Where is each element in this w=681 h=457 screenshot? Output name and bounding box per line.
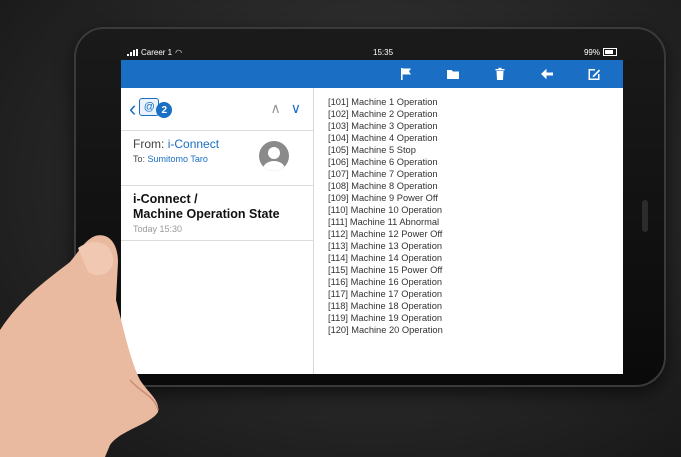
message-line: [118] Machine 18 Operation bbox=[328, 301, 443, 311]
message-nav-arrows: ∧ ∨ bbox=[271, 100, 302, 117]
message-line: [114] Machine 14 Operation bbox=[328, 253, 443, 263]
toolbar bbox=[121, 60, 623, 88]
message-line: [102] Machine 2 Operation bbox=[328, 109, 438, 119]
message-line: [104] Machine 4 Operation bbox=[328, 133, 438, 143]
mail-date: Today 15:30 bbox=[133, 224, 183, 234]
status-right: 99% bbox=[584, 48, 617, 57]
sender-block: From: i-Connect To: Sumitomo Taro bbox=[121, 131, 313, 186]
from-label: From: bbox=[133, 137, 165, 151]
reply-arrow-icon bbox=[540, 68, 553, 80]
message-line: [110] Machine 10 Operation bbox=[328, 205, 443, 215]
mail-header-pane: ‹ @ 2 ∧ ∨ From: i-Connect To: Sumitomo T… bbox=[121, 88, 314, 374]
back-button[interactable] bbox=[523, 60, 570, 88]
compose-button[interactable] bbox=[570, 60, 617, 88]
mail-body: [101] Machine 1 Operation [102] Machine … bbox=[314, 88, 623, 374]
folder-icon bbox=[446, 70, 459, 79]
recipient-name[interactable]: Sumitomo Taro bbox=[148, 154, 208, 164]
message-line: [113] Machine 13 Operation bbox=[328, 241, 443, 251]
flag-button[interactable] bbox=[382, 60, 429, 88]
tablet-side-button bbox=[642, 200, 648, 232]
message-line: [120] Machine 20 Operation bbox=[328, 325, 443, 335]
message-line: [119] Machine 19 Operation bbox=[328, 313, 443, 323]
message-line: [116] Machine 16 Operation bbox=[328, 277, 443, 287]
signal-icon bbox=[127, 48, 138, 56]
flag-icon bbox=[400, 68, 411, 80]
message-line: [112] Machine 12 Power Off bbox=[328, 229, 443, 239]
previous-message-icon[interactable]: ∧ bbox=[271, 100, 281, 117]
tablet-screen: Career 1 ◠ 15:35 99% ‹ @ 2 ∧ ∨ From: i-C… bbox=[121, 44, 623, 374]
carrier-label: Career 1 bbox=[141, 47, 173, 57]
sender-name[interactable]: i-Connect bbox=[168, 137, 219, 151]
folder-button[interactable] bbox=[429, 60, 476, 88]
unread-badge: 2 bbox=[156, 102, 173, 118]
battery-percent: 99% bbox=[583, 47, 600, 57]
message-line: [117] Machine 17 Operation bbox=[328, 289, 443, 299]
mailbox-button[interactable]: @ 2 bbox=[139, 98, 173, 120]
back-chevron-icon[interactable]: ‹ bbox=[129, 98, 136, 120]
mail-content: ‹ @ 2 ∧ ∨ From: i-Connect To: Sumitomo T… bbox=[121, 88, 623, 374]
to-label: To: bbox=[133, 154, 146, 164]
trash-button[interactable] bbox=[476, 60, 523, 88]
mail-subject: i-Connect / Machine Operation State bbox=[133, 192, 280, 221]
status-left: Career 1 ◠ bbox=[127, 48, 182, 57]
message-line: [106] Machine 6 Operation bbox=[328, 157, 438, 167]
mail-nav-row: ‹ @ 2 ∧ ∨ bbox=[121, 88, 313, 131]
message-line: [101] Machine 1 Operation bbox=[328, 97, 438, 107]
message-line: [111] Machine 11 Abnormal bbox=[328, 217, 440, 227]
message-line: [108] Machine 8 Operation bbox=[328, 181, 438, 191]
battery-icon bbox=[603, 48, 617, 57]
message-line: [109] Machine 9 Power Off bbox=[328, 193, 438, 203]
compose-icon bbox=[588, 69, 600, 80]
message-line: [107] Machine 7 Operation bbox=[328, 169, 438, 179]
wifi-icon: ◠ bbox=[175, 47, 183, 57]
message-line: [115] Machine 15 Power Off bbox=[328, 265, 443, 275]
avatar bbox=[259, 141, 289, 171]
subject-block: i-Connect / Machine Operation State Toda… bbox=[121, 186, 313, 241]
trash-icon bbox=[495, 67, 504, 80]
message-line: [105] Machine 5 Stop bbox=[328, 145, 416, 155]
status-bar: Career 1 ◠ 15:35 99% bbox=[121, 44, 623, 60]
message-line: [103] Machine 3 Operation bbox=[328, 121, 438, 131]
next-message-icon[interactable]: ∨ bbox=[291, 100, 301, 117]
status-time: 15:35 bbox=[373, 47, 394, 57]
